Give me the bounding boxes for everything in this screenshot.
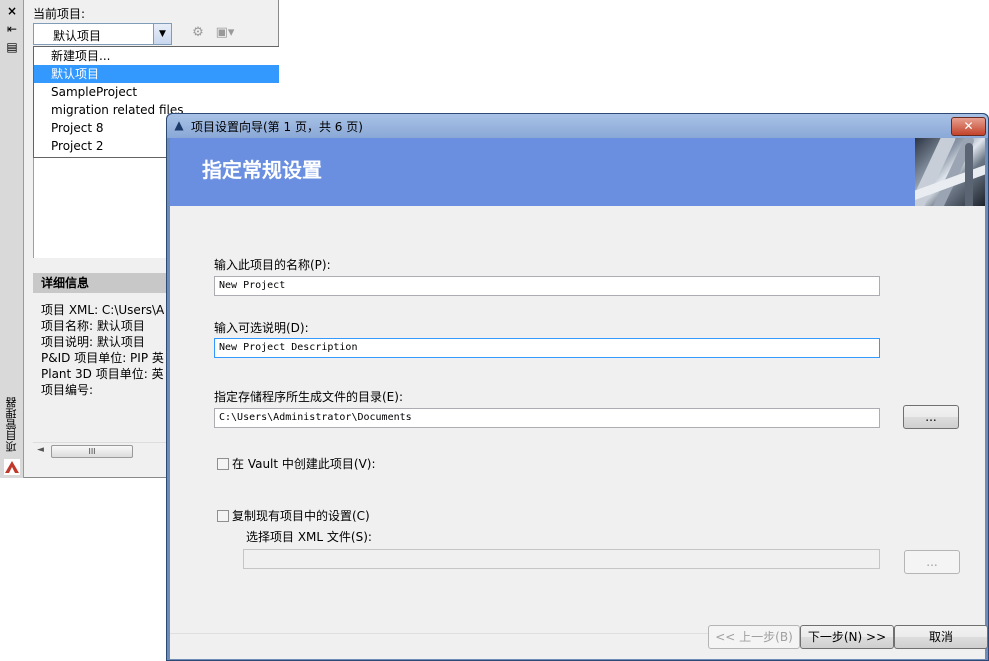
xml-file-input[interactable] — [243, 549, 880, 569]
scroll-thumb[interactable]: III — [51, 445, 133, 458]
project-name-input[interactable]: New Project — [214, 276, 880, 296]
dialog-title: 项目设置向导(第 1 页，共 6 页) — [191, 120, 363, 134]
detail-line: P&ID 项目单位: PIP 英 — [41, 351, 164, 365]
detail-line: 项目编号: — [41, 383, 94, 397]
directory-input[interactable]: C:\Users\Administrator\Documents — [214, 408, 880, 428]
description-input[interactable]: New Project Description — [214, 338, 880, 358]
cancel-button[interactable]: 取消 — [894, 625, 988, 649]
scroll-left-icon[interactable]: ◄ — [37, 445, 44, 455]
dialog-close-button[interactable]: ✕ — [951, 117, 986, 136]
auto-hide-icon[interactable]: ⇤ — [5, 22, 19, 36]
browse-xml-button[interactable]: ... — [904, 550, 960, 574]
back-button[interactable]: << 上一步(B) — [708, 625, 800, 649]
palette-title-strip: × ⇤ ▤ 项目管理器 — [0, 0, 24, 478]
copy-settings-checkbox[interactable] — [217, 510, 229, 522]
chevron-down-icon[interactable]: ▼ — [153, 24, 171, 44]
project-settings-icon[interactable]: ⚙ — [188, 24, 208, 42]
close-icon[interactable]: × — [5, 4, 19, 18]
plant-logo-icon — [4, 459, 20, 475]
dropdown-item[interactable]: 新建项目... — [34, 47, 279, 65]
autocad-app-icon: ▲ — [174, 118, 184, 132]
description-label: 输入可选说明(D): — [214, 321, 309, 335]
copy-settings-label[interactable]: 复制现有项目中的设置(C) — [232, 507, 370, 524]
project-setup-wizard-dialog: ▲ 项目设置向导(第 1 页，共 6 页) ✕ 指定常规设置 输入此项目的名称(… — [166, 113, 989, 661]
browse-directory-button[interactable]: ... — [903, 405, 959, 429]
banner-title: 指定常规设置 — [202, 158, 322, 182]
project-name-label: 输入此项目的名称(P): — [214, 258, 331, 272]
dropdown-item[interactable]: SampleProject — [34, 83, 279, 101]
directory-label: 指定存储程序所生成文件的目录(E): — [214, 390, 403, 404]
plant-pipes-image — [915, 138, 985, 206]
current-project-value: 默认项目 — [53, 29, 102, 43]
dialog-titlebar[interactable]: ▲ 项目设置向导(第 1 页，共 6 页) ✕ — [167, 114, 988, 138]
detail-line: 项目名称: 默认项目 — [41, 319, 145, 333]
current-project-label: 当前项目: — [33, 7, 86, 21]
dialog-body: 指定常规设置 输入此项目的名称(P): New Project 输入可选说明(D… — [170, 138, 988, 659]
palette-title: 项目管理器 — [5, 397, 18, 453]
wizard-banner: 指定常规设置 — [170, 138, 985, 206]
vault-checkbox-label[interactable]: 在 Vault 中创建此项目(V): — [232, 455, 376, 472]
detail-line: Plant 3D 项目单位: 英 — [41, 367, 164, 381]
detail-line: 项目 XML: C:\Users\A — [41, 303, 165, 317]
properties-menu-icon[interactable]: ▤ — [5, 40, 19, 54]
vault-checkbox[interactable] — [217, 458, 229, 470]
dropdown-item[interactable]: 默认项目 — [34, 65, 279, 83]
xml-file-label: 选择项目 XML 文件(S): — [246, 530, 372, 544]
current-project-combo[interactable]: 默认项目 ▼ — [33, 23, 172, 45]
publish-icon[interactable]: ▣▾ — [211, 24, 239, 42]
detail-line: 项目说明: 默认项目 — [41, 335, 145, 349]
next-button[interactable]: 下一步(N) >> — [800, 625, 894, 649]
